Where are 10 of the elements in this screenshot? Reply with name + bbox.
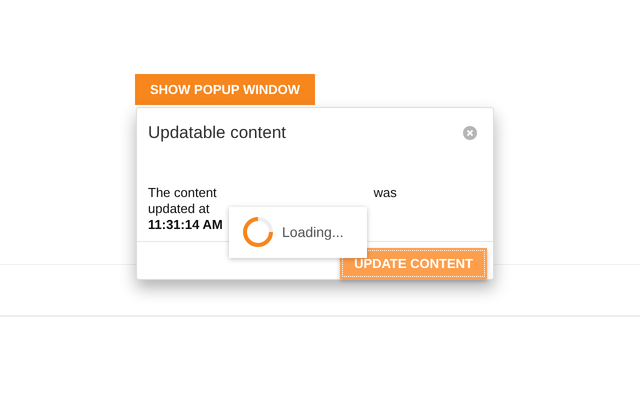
popup-title: Updatable content <box>148 123 286 144</box>
update-content-button[interactable]: UPDATE CONTENT <box>340 248 487 279</box>
update-time: 11:31:14 AM <box>148 216 223 232</box>
loading-text: Loading... <box>282 224 344 240</box>
content-text: was <box>374 184 397 201</box>
content-text: The content <box>148 184 217 201</box>
close-icon[interactable] <box>463 126 477 140</box>
show-popup-button[interactable]: SHOW POPUP WINDOW <box>135 74 315 105</box>
content-text: updated at <box>148 200 210 216</box>
spinner-icon <box>242 216 274 248</box>
